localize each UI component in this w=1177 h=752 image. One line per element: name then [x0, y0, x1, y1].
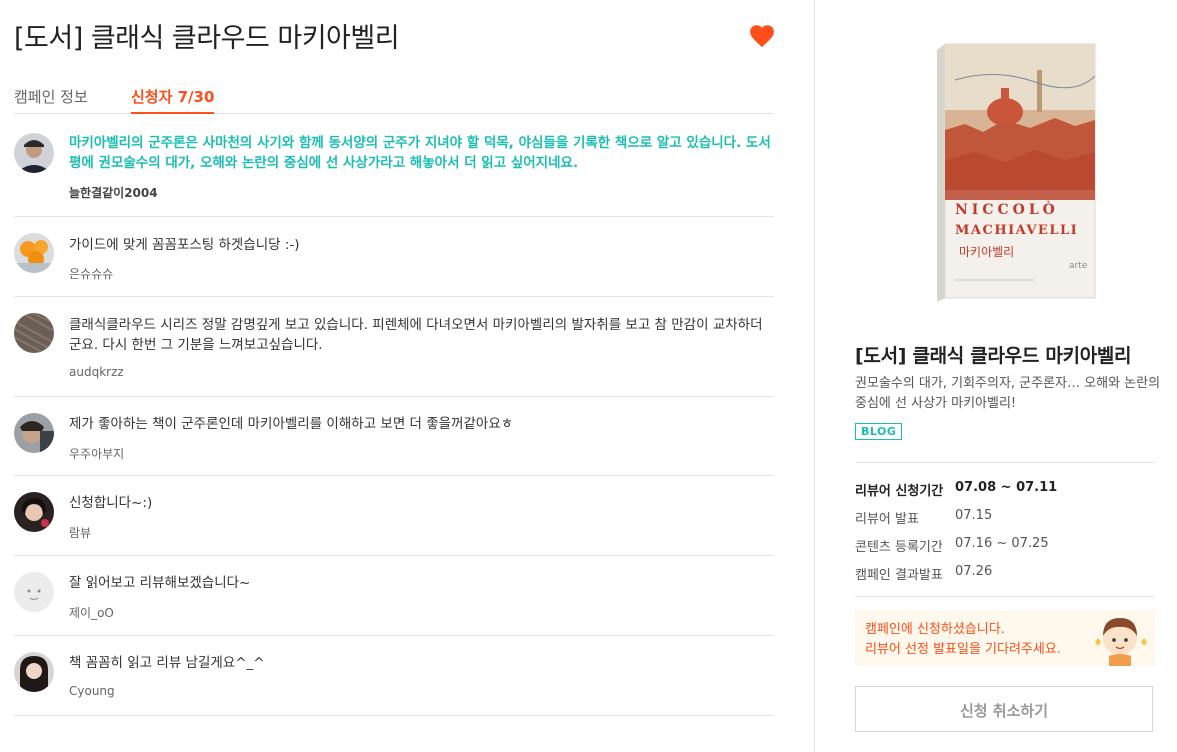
comment-item: 신청합니다~:) 람뷰: [14, 476, 774, 556]
schedule-value: 07.26: [955, 564, 993, 579]
notice-line2: 리뷰어 선정 발표일을 기다려주세요.: [865, 642, 1061, 657]
schedule-label: 캠페인 결과발표: [855, 568, 943, 583]
notice-line1: 캠페인에 신청하셨습니다.: [865, 622, 1005, 637]
schedule-label: 리뷰어 신청기간: [855, 484, 944, 499]
comment-item: 클래식클라우드 시리즈 정말 감명깊게 보고 있습니다. 피렌체에 다녀오면서 …: [14, 297, 774, 397]
notice-text: 캠페인에 신청하셨습니다. 리뷰어 선정 발표일을 기다려주세요.: [865, 620, 1061, 660]
product-sidebar: NICCOLÒ MACHIAVELLI 마키아벨리 arte [도서] 클래식 …: [815, 0, 1177, 752]
comment-user: 람뷰: [69, 526, 92, 540]
schedule-label: 리뷰어 발표: [855, 512, 919, 527]
avatar: [14, 492, 54, 532]
comment-item: 마키아벨리의 군주론은 사마천의 사기와 함께 동서양의 군주가 지녀야 할 덕…: [14, 114, 774, 217]
cover-title-line2: MACHIAVELLI: [955, 223, 1078, 238]
schedule-value: 07.08 ~ 07.11: [955, 480, 1058, 495]
cancel-application-button[interactable]: 신청 취소하기: [855, 686, 1153, 732]
product-description: 권모술수의 대가, 기회주의자, 군주론자… 오해와 논란의 중심에 선 사상가…: [855, 376, 1161, 411]
avatar: [14, 413, 54, 453]
page-title: [도서] 클래식 클라우드 마키아벨리: [14, 23, 400, 54]
comment-item: 가이드에 맞게 꼼꼼포스팅 하겟습니당 :-) 은슈슈슈: [14, 217, 774, 297]
divider: [855, 596, 1155, 597]
schedule-row: 콘텐츠 등록기간 07.16 ~ 07.25: [855, 532, 1155, 560]
schedule-value: 07.16 ~ 07.25: [955, 536, 1049, 551]
avatar: [14, 652, 54, 692]
comment-text: 가이드에 맞게 꼼꼼포스팅 하겟습니당 :-): [69, 237, 300, 253]
avatar: [14, 133, 54, 173]
comment-item: 잘 읽어보고 리뷰해보겠습니다~ 제이_oO: [14, 556, 774, 636]
divider: [855, 462, 1155, 463]
comment-user: Cyoung: [69, 684, 115, 698]
cover-publisher: arte: [1069, 261, 1088, 271]
schedule-label: 콘텐츠 등록기간: [855, 540, 943, 555]
comment-text: 클래식클라우드 시리즈 정말 감명깊게 보고 있습니다. 피렌체에 다녀오면서 …: [69, 317, 763, 353]
schedule-row: 리뷰어 발표 07.15: [855, 504, 1155, 532]
comment-text: 책 꼼꼼히 읽고 리뷰 남길게요^_^: [69, 655, 265, 671]
avatar: [14, 572, 54, 612]
comment-user: 우주아부지: [69, 447, 125, 461]
tab-bar: 캠페인 정보 신청자 7/30: [14, 84, 774, 114]
schedule-row: 리뷰어 신청기간 07.08 ~ 07.11: [855, 476, 1155, 504]
comment-user: 은슈슈슈: [69, 267, 114, 281]
blog-badge: BLOG: [855, 423, 903, 440]
schedule-value: 07.15: [955, 508, 993, 523]
avatar: [14, 233, 54, 273]
comment-list: 마키아벨리의 군주론은 사마천의 사기와 함께 동서양의 군주가 지녀야 할 덕…: [14, 114, 774, 716]
comment-user: audqkrzz: [69, 365, 124, 379]
schedule-list: 리뷰어 신청기간 07.08 ~ 07.11 리뷰어 발표 07.15 콘텐츠 …: [855, 476, 1155, 588]
product-title[interactable]: [도서] 클래식 클라우드 마키아벨리: [855, 341, 1132, 368]
tab-campaign-info[interactable]: 캠페인 정보: [14, 86, 88, 107]
comment-user: 제이_oO: [69, 606, 114, 620]
comment-user: 늘한결같이2004: [69, 186, 158, 200]
book-cover-image[interactable]: NICCOLÒ MACHIAVELLI 마키아벨리 arte: [935, 40, 1097, 302]
tab-applicants[interactable]: 신청자 7/30: [131, 86, 215, 114]
application-notice: 캠페인에 신청하셨습니다. 리뷰어 선정 발표일을 기다려주세요.: [855, 610, 1155, 666]
comment-item: 제가 좋아하는 책이 군주론인데 마키아벨리를 이해하고 보면 더 좋을꺼같아요…: [14, 397, 774, 476]
avatar: [14, 313, 54, 353]
comment-text: 제가 좋아하는 책이 군주론인데 마키아벨리를 이해하고 보면 더 좋을꺼같아요…: [69, 416, 514, 432]
main-content: [도서] 클래식 클라우드 마키아벨리 캠페인 정보 신청자 7/30 마키아벨…: [0, 0, 814, 752]
cover-title-line1: NICCOLÒ: [955, 200, 1059, 218]
heart-icon[interactable]: [748, 22, 776, 50]
comment-text: 신청합니다~:): [69, 495, 153, 511]
comment-text: 잘 읽어보고 리뷰해보겠습니다~: [69, 575, 251, 591]
cover-korean-title: 마키아벨리: [959, 245, 1014, 259]
mascot-icon: [1089, 612, 1151, 666]
schedule-row: 캠페인 결과발표 07.26: [855, 560, 1155, 588]
comment-text: 마키아벨리의 군주론은 사마천의 사기와 함께 동서양의 군주가 지녀야 할 덕…: [69, 135, 771, 171]
comment-item: 책 꼼꼼히 읽고 리뷰 남길게요^_^ Cyoung: [14, 636, 774, 716]
